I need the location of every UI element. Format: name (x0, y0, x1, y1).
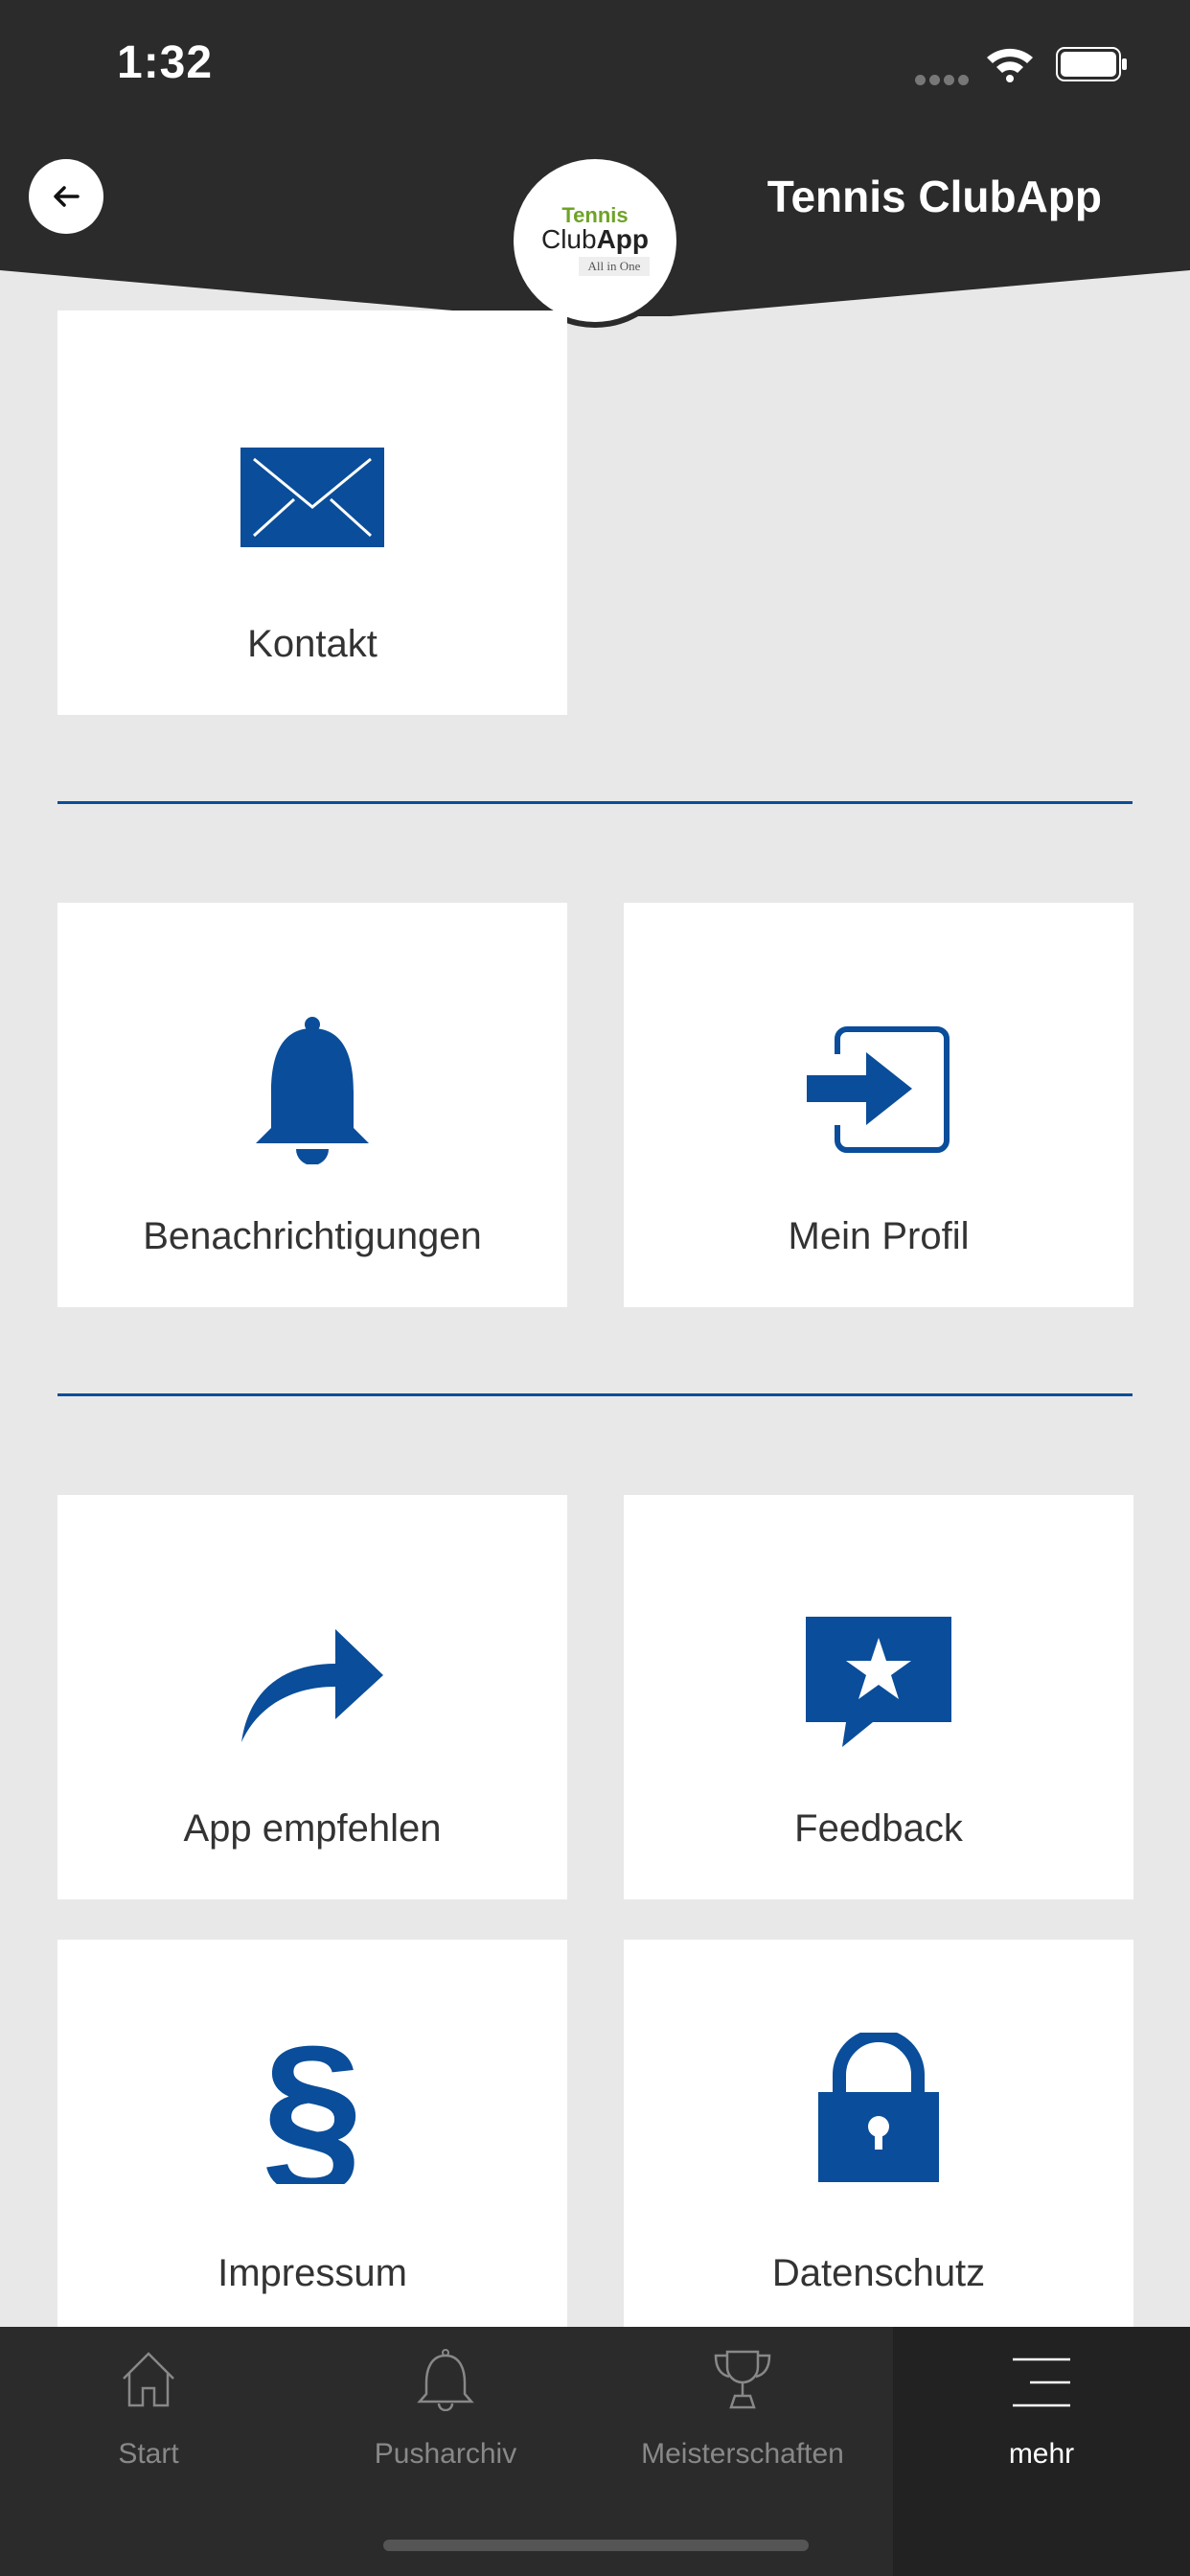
paragraph-icon: § (264, 2031, 360, 2184)
tab-start[interactable]: Start (0, 2327, 297, 2576)
tile-datenschutz[interactable]: Datenschutz (624, 1940, 1133, 2327)
tile-label: Mein Profil (788, 1215, 970, 1257)
section-divider (57, 1393, 1133, 1396)
status-bar: 1:32 (0, 0, 1190, 134)
bell-icon (256, 1017, 369, 1164)
home-indicator (383, 2540, 809, 2551)
cellular-signal-icon (915, 73, 973, 90)
tile-app-empfehlen[interactable]: App empfehlen (57, 1495, 567, 1899)
lock-icon (818, 2033, 939, 2182)
page-title: Tennis ClubApp (767, 172, 1102, 221)
envelope-icon (240, 448, 384, 547)
tile-impressum[interactable]: § Impressum (57, 1940, 567, 2327)
tab-pusharchiv[interactable]: Pusharchiv (297, 2327, 594, 2576)
tile-label: Kontakt (247, 623, 378, 665)
logo-text-top: Tennis (561, 203, 629, 227)
tile-benachrichtigungen[interactable]: Benachrichtigungen (57, 903, 567, 1307)
tab-mehr[interactable]: mehr (893, 2327, 1190, 2576)
tab-meisterschaften[interactable]: Meisterschaften (594, 2327, 891, 2576)
tile-mein-profil[interactable]: Mein Profil (624, 903, 1133, 1307)
tab-label: Start (118, 2438, 179, 2470)
tab-label: Meisterschaften (641, 2438, 844, 2470)
wifi-icon (985, 44, 1035, 87)
tab-label: mehr (1008, 2438, 1075, 2470)
status-time: 1:32 (117, 37, 214, 88)
share-arrow-icon (241, 1629, 383, 1742)
trophy-icon (714, 2350, 771, 2409)
tile-label: App empfehlen (183, 1807, 442, 1850)
section-divider (57, 801, 1133, 804)
svg-text:§: § (264, 2031, 360, 2184)
logo-text-middle: ClubApp (540, 224, 650, 254)
arrow-left-icon (54, 186, 80, 207)
tile-kontakt[interactable]: Kontakt (57, 310, 567, 715)
tab-label: Pusharchiv (374, 2438, 517, 2470)
battery-icon (1056, 47, 1129, 86)
logo-tagline: All in One (578, 257, 651, 276)
tile-label: Feedback (794, 1807, 963, 1850)
star-speech-bubble-icon (806, 1617, 951, 1747)
tile-feedback[interactable]: Feedback (624, 1495, 1133, 1899)
tile-label: Benachrichtigungen (143, 1215, 482, 1257)
menu-icon (1013, 2358, 1070, 2407)
tile-label: Datenschutz (771, 2252, 986, 2294)
back-button[interactable] (29, 159, 103, 234)
tile-label: Impressum (217, 2252, 407, 2294)
bottom-tab-bar: Start Pusharchiv Meisterschaften mehr (0, 2327, 1190, 2576)
bell-outline-icon (417, 2349, 474, 2411)
app-logo: Tennis ClubApp All in One (514, 159, 676, 322)
login-arrow-icon (807, 1026, 950, 1153)
home-icon (123, 2352, 174, 2407)
